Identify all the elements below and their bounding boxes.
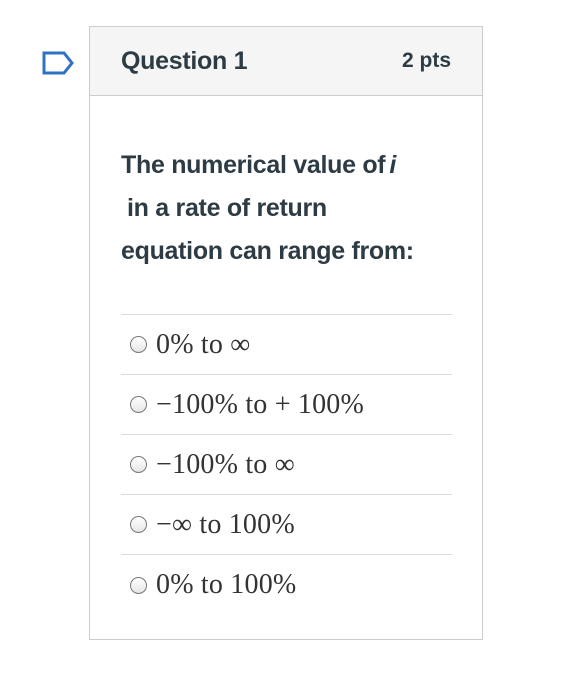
answer-label: −∞ to 100% <box>156 508 295 540</box>
answer-label: −100% to + 100% <box>156 388 365 420</box>
question-title: Question 1 <box>121 46 248 75</box>
radio-button-icon[interactable] <box>130 516 147 533</box>
question-header: Question 1 2 pts <box>90 27 482 96</box>
radio-button-icon[interactable] <box>130 456 147 473</box>
prompt-text-1: The numerical value of <box>121 151 386 179</box>
answer-option-1[interactable]: 0% to ∞ <box>121 315 452 375</box>
answer-list: 0% to ∞ −100% to + 100% −100% to ∞ −∞ to… <box>121 314 452 615</box>
radio-button-icon[interactable] <box>130 396 147 413</box>
question-body: The numerical value of i in a rate of ret… <box>90 96 482 615</box>
answer-label: 0% to 100% <box>156 569 297 600</box>
radio-button-icon[interactable] <box>130 576 147 594</box>
prompt-text-2: in a rate of return <box>127 194 327 222</box>
flag-question-icon[interactable] <box>42 51 74 75</box>
question-prompt: The numerical value of i in a rate of ret… <box>121 144 451 273</box>
answer-label: −100% to ∞ <box>156 448 295 480</box>
answer-label: 0% to ∞ <box>156 328 251 360</box>
prompt-line-1: The numerical value of i <box>121 144 451 187</box>
question-card: Question 1 2 pts The numerical value of i… <box>89 26 483 640</box>
radio-button-icon[interactable] <box>130 336 147 353</box>
answer-option-5[interactable]: 0% to 100% <box>121 555 452 615</box>
prompt-variable: i <box>389 151 396 179</box>
answer-option-4[interactable]: −∞ to 100% <box>121 495 452 555</box>
question-points: 2 pts <box>401 49 451 72</box>
answer-option-2[interactable]: −100% to + 100% <box>121 375 452 435</box>
prompt-text-3: equation can range from: <box>121 237 414 265</box>
answer-option-3[interactable]: −100% to ∞ <box>121 435 452 495</box>
